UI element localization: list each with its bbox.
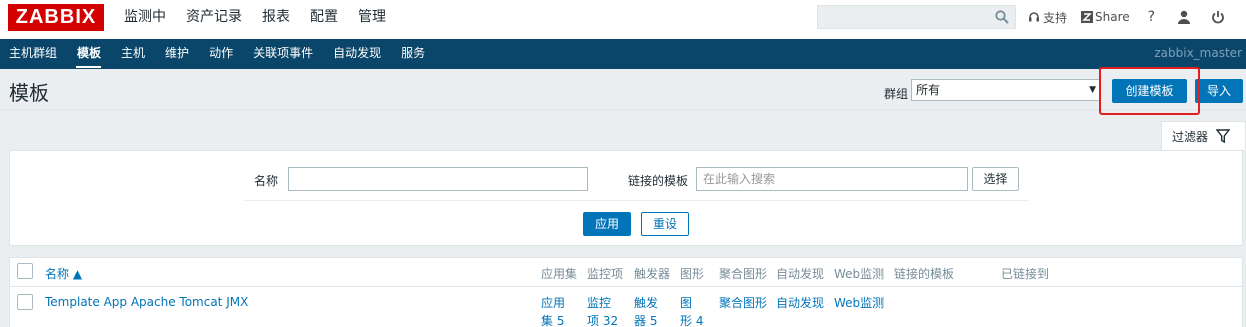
filter-tab-label: 过滤器 — [1172, 129, 1209, 144]
header-triggers: 触发器 — [634, 267, 671, 281]
menu-item-monitoring[interactable]: 监测中 — [124, 0, 166, 39]
filter-linked-templates-input[interactable]: 在此输入搜索 — [696, 167, 968, 191]
top-icons: 支持 Share ? — [1028, 0, 1239, 34]
help-button[interactable]: ? — [1148, 9, 1155, 25]
subnav-services[interactable]: 服务 — [401, 39, 425, 68]
subnav-maintenance[interactable]: 维护 — [165, 39, 189, 68]
group-select[interactable]: 所有 ▼ — [911, 79, 1101, 101]
group-select-value: 所有 — [916, 83, 941, 97]
subnav-correlation[interactable]: 关联项事件 — [253, 39, 313, 68]
filter-tab[interactable]: 过滤器 — [1161, 121, 1246, 150]
menu-item-administration[interactable]: 管理 — [358, 0, 386, 39]
active-tab-underline — [76, 66, 101, 68]
header-web: Web监测 — [834, 267, 885, 281]
headset-icon — [1029, 12, 1039, 22]
menu-item-configuration[interactable]: 配置 — [310, 0, 338, 39]
zabbix-logo[interactable]: ZABBIX — [8, 4, 104, 31]
subnav-actions[interactable]: 动作 — [209, 39, 233, 68]
import-button[interactable]: 导入 — [1195, 79, 1243, 103]
header-discovery: 自动发现 — [776, 267, 825, 281]
subnav-hosts[interactable]: 主机 — [121, 39, 145, 68]
page-header: 模板 群组 所有 ▼ 创建模板 导入 — [0, 69, 1246, 110]
share-label: Share — [1095, 10, 1130, 24]
header-name-sort[interactable]: 名称 ▲ — [45, 265, 82, 282]
subnav-host-groups[interactable]: 主机群组 — [9, 39, 57, 68]
triggers-link-line2: 器 5 — [634, 314, 658, 327]
header-linked-templates: 链接的模板 — [894, 267, 955, 281]
server-name: zabbix_master — [1154, 46, 1242, 60]
menu-item-reports[interactable]: 报表 — [262, 0, 290, 39]
main-menu: 监测中 资产记录 报表 配置 管理 — [124, 0, 406, 39]
header-divider — [10, 286, 1244, 287]
graphs-link-line2: 形 4 — [680, 314, 704, 327]
web-link[interactable]: Web监测 — [834, 294, 884, 312]
graphs-link-line1: 图 — [680, 296, 693, 310]
share-z-icon — [1081, 11, 1094, 23]
graphs-link[interactable]: 图 形 4 — [680, 294, 703, 327]
support-link[interactable]: 支持 — [1028, 9, 1067, 26]
subnav-templates[interactable]: 模板 — [77, 39, 101, 68]
support-label: 支持 — [1043, 10, 1068, 25]
filter-name-input[interactable] — [288, 167, 588, 191]
applications-link-line1: 应用 — [541, 296, 566, 310]
discovery-link[interactable]: 自动发现 — [776, 294, 824, 312]
power-icon — [1212, 11, 1224, 24]
page-title: 模板 — [9, 81, 49, 105]
group-label: 群组 — [884, 87, 909, 101]
template-name-link[interactable]: Template App Apache Tomcat JMX — [45, 293, 248, 311]
filter-divider — [244, 200, 1029, 201]
items-link-line1: 监控 — [587, 296, 612, 310]
header-screens: 聚合图形 — [719, 267, 768, 281]
filter-linked-label: 链接的模板 — [628, 174, 689, 188]
logout-button[interactable] — [1211, 10, 1225, 24]
filter-apply-button[interactable]: 应用 — [583, 212, 631, 236]
top-bar: ZABBIX 监测中 资产记录 报表 配置 管理 支持 Share ? — [0, 0, 1246, 39]
row-checkbox[interactable] — [17, 294, 33, 310]
filter-panel: 名称 链接的模板 在此输入搜索 选择 应用 重设 — [9, 150, 1243, 246]
items-link[interactable]: 监控 项 32 — [587, 294, 618, 327]
header-items: 监控项 — [587, 267, 624, 281]
items-link-line2: 项 32 — [587, 314, 619, 327]
config-subnav: 主机群组 模板 主机 维护 动作 关联项事件 自动发现 服务 zabbix_ma… — [0, 39, 1246, 69]
menu-item-inventory[interactable]: 资产记录 — [186, 0, 242, 39]
subnav-discovery[interactable]: 自动发现 — [333, 39, 381, 68]
search-icon[interactable] — [995, 10, 1009, 24]
header-applications: 应用集 — [541, 267, 578, 281]
highlight-box — [1099, 67, 1200, 115]
user-profile-button[interactable] — [1177, 10, 1191, 24]
filter-select-button[interactable]: 选择 — [972, 167, 1019, 191]
applications-link[interactable]: 应用 集 5 — [541, 294, 565, 327]
screens-link[interactable]: 聚合图形 — [719, 294, 767, 312]
global-search-input[interactable] — [817, 5, 1016, 29]
share-link[interactable]: Share — [1081, 10, 1130, 24]
triggers-link-line1: 触发 — [634, 296, 659, 310]
templates-table: 名称 ▲ 应用集 监控项 触发器 图形 聚合图形 自动发现 Web监测 链接的模… — [9, 257, 1244, 327]
select-all-checkbox[interactable] — [17, 263, 33, 279]
header-graphs: 图形 — [680, 267, 705, 281]
user-icon — [1178, 10, 1191, 24]
dropdown-arrow-icon: ▼ — [1089, 85, 1096, 95]
header-linked-to: 已链接到 — [1001, 267, 1050, 281]
funnel-icon — [1216, 129, 1231, 143]
filter-reset-button[interactable]: 重设 — [641, 212, 689, 236]
applications-link-line2: 集 5 — [541, 314, 565, 327]
filter-name-label: 名称 — [254, 174, 279, 188]
triggers-link[interactable]: 触发 器 5 — [634, 294, 658, 327]
